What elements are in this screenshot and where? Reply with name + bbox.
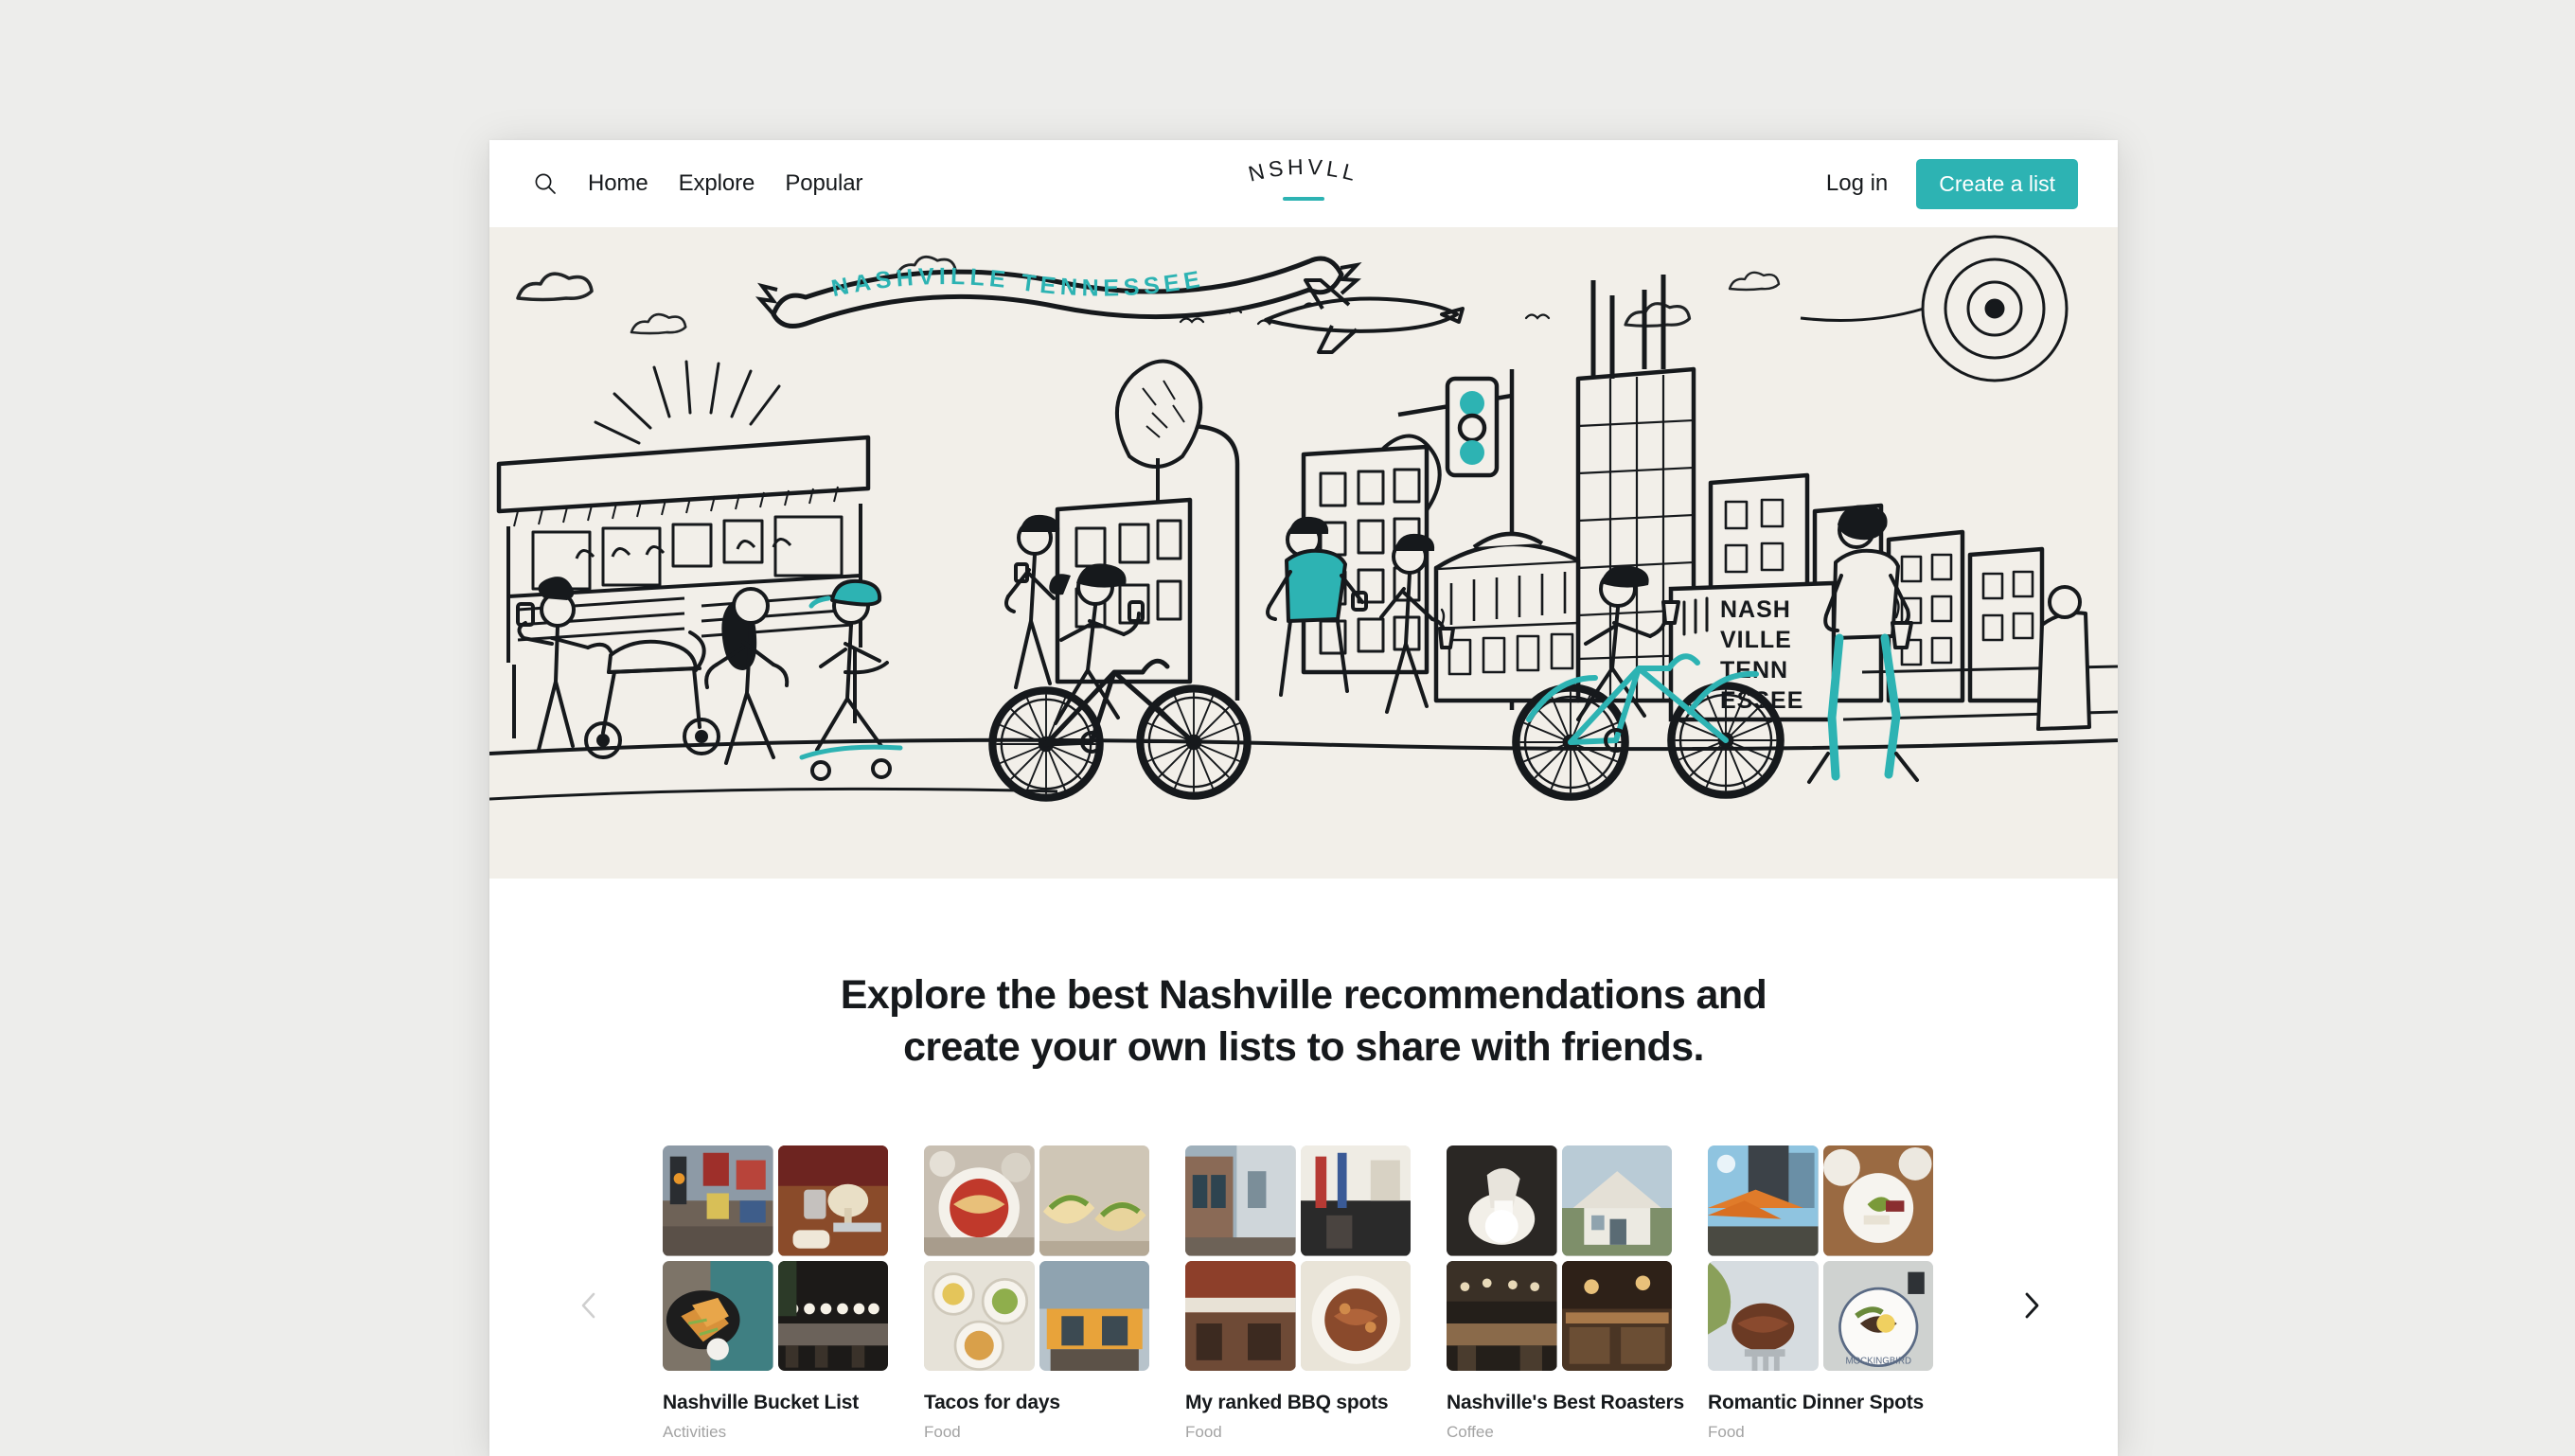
hero-headline: Explore the best Nashville recommendatio… <box>489 879 2118 1074</box>
card-image-grid <box>663 1145 888 1372</box>
card-category: Food <box>1185 1423 1222 1442</box>
header-right: Log in Create a list <box>1826 158 2078 209</box>
card-tile <box>1039 1260 1149 1372</box>
browser-page: Home Explore Popular NSHVLL Log in Creat… <box>489 140 2118 1456</box>
card-category: Activities <box>663 1423 727 1442</box>
logo-underline <box>1283 197 1324 201</box>
lists-carousel: Nashville Bucket List Activities Tacos f… <box>489 1145 2118 1456</box>
card-tile <box>1039 1145 1149 1256</box>
nav-item-popular[interactable]: Popular <box>785 170 862 197</box>
card-category: Food <box>1708 1423 1745 1442</box>
card-tile <box>1561 1145 1672 1256</box>
card-tile <box>1822 1145 1933 1256</box>
list-card[interactable]: MOCKINGBIRD Romantic Dinner Spots Food <box>1708 1145 1933 1442</box>
svg-text:MOCKINGBIRD: MOCKINGBIRD <box>1845 1356 1910 1366</box>
nav-item-home[interactable]: Home <box>588 170 648 197</box>
list-card[interactable]: Nashville's Best Roasters Coffee <box>1447 1145 1684 1442</box>
list-card[interactable]: My ranked BBQ spots Food <box>1185 1145 1411 1442</box>
card-tile <box>1300 1145 1411 1256</box>
card-tile <box>663 1145 773 1256</box>
card-tile: MOCKINGBIRD <box>1822 1260 1933 1372</box>
card-tile <box>1447 1260 1557 1372</box>
list-card[interactable]: Tacos for days Food <box>924 1145 1149 1442</box>
site-logo[interactable]: NSHVLL <box>1181 159 1427 220</box>
card-title: Nashville's Best Roasters <box>1447 1392 1684 1414</box>
chevron-left-icon[interactable] <box>573 1289 605 1322</box>
mural-line-1: NASH <box>1720 596 1791 623</box>
card-tile <box>777 1260 888 1372</box>
card-tile <box>1708 1145 1819 1256</box>
search-icon[interactable] <box>529 168 561 200</box>
card-image-grid <box>924 1145 1149 1372</box>
card-tile <box>924 1260 1035 1372</box>
primary-nav: Home Explore Popular <box>588 170 862 197</box>
mural-line-2: VILLE <box>1720 627 1792 653</box>
carousel-track: Nashville Bucket List Activities Tacos f… <box>663 1145 1933 1442</box>
logo-wordmark: NSHVLL <box>1246 159 1361 186</box>
card-image-grid <box>1447 1145 1672 1372</box>
headline-line-2: create your own lists to share with frie… <box>903 1024 1704 1071</box>
card-tile <box>1185 1145 1296 1256</box>
list-card[interactable]: Nashville Bucket List Activities <box>663 1145 888 1442</box>
hero-illustration: NASHVILLE TENNESSEE NASH VILLE TENN ESSE… <box>489 227 2118 879</box>
card-title: Nashville Bucket List <box>663 1392 860 1414</box>
card-title: My ranked BBQ spots <box>1185 1392 1389 1414</box>
card-tile <box>1185 1260 1296 1372</box>
card-category: Food <box>924 1423 961 1442</box>
card-title: Romantic Dinner Spots <box>1708 1392 1924 1414</box>
card-tile <box>777 1145 888 1256</box>
chevron-right-icon[interactable] <box>2016 1289 2048 1322</box>
card-title: Tacos for days <box>924 1392 1060 1414</box>
card-tile <box>1708 1260 1819 1372</box>
card-category: Coffee <box>1447 1423 1494 1442</box>
nav-item-explore[interactable]: Explore <box>679 170 755 197</box>
site-header: Home Explore Popular NSHVLL Log in Creat… <box>489 140 2118 227</box>
create-list-button[interactable]: Create a list <box>1916 158 2078 209</box>
headline-line-1: Explore the best Nashville recommendatio… <box>840 972 1767 1018</box>
card-image-grid: MOCKINGBIRD <box>1708 1145 1933 1372</box>
svg-text:NSHVLL: NSHVLL <box>1246 159 1361 186</box>
card-tile <box>924 1145 1035 1256</box>
card-image-grid <box>1185 1145 1411 1372</box>
card-tile <box>1447 1145 1557 1256</box>
logo-text: NSHVLL <box>1246 159 1358 186</box>
card-tile <box>1300 1260 1411 1372</box>
card-tile <box>663 1260 773 1372</box>
header-left: Home Explore Popular <box>529 168 862 200</box>
nashville-skyline-drawing: NASHVILLE TENNESSEE NASH VILLE TENN ESSE… <box>489 227 2118 879</box>
login-link[interactable]: Log in <box>1826 170 1888 197</box>
card-tile <box>1561 1260 1672 1372</box>
